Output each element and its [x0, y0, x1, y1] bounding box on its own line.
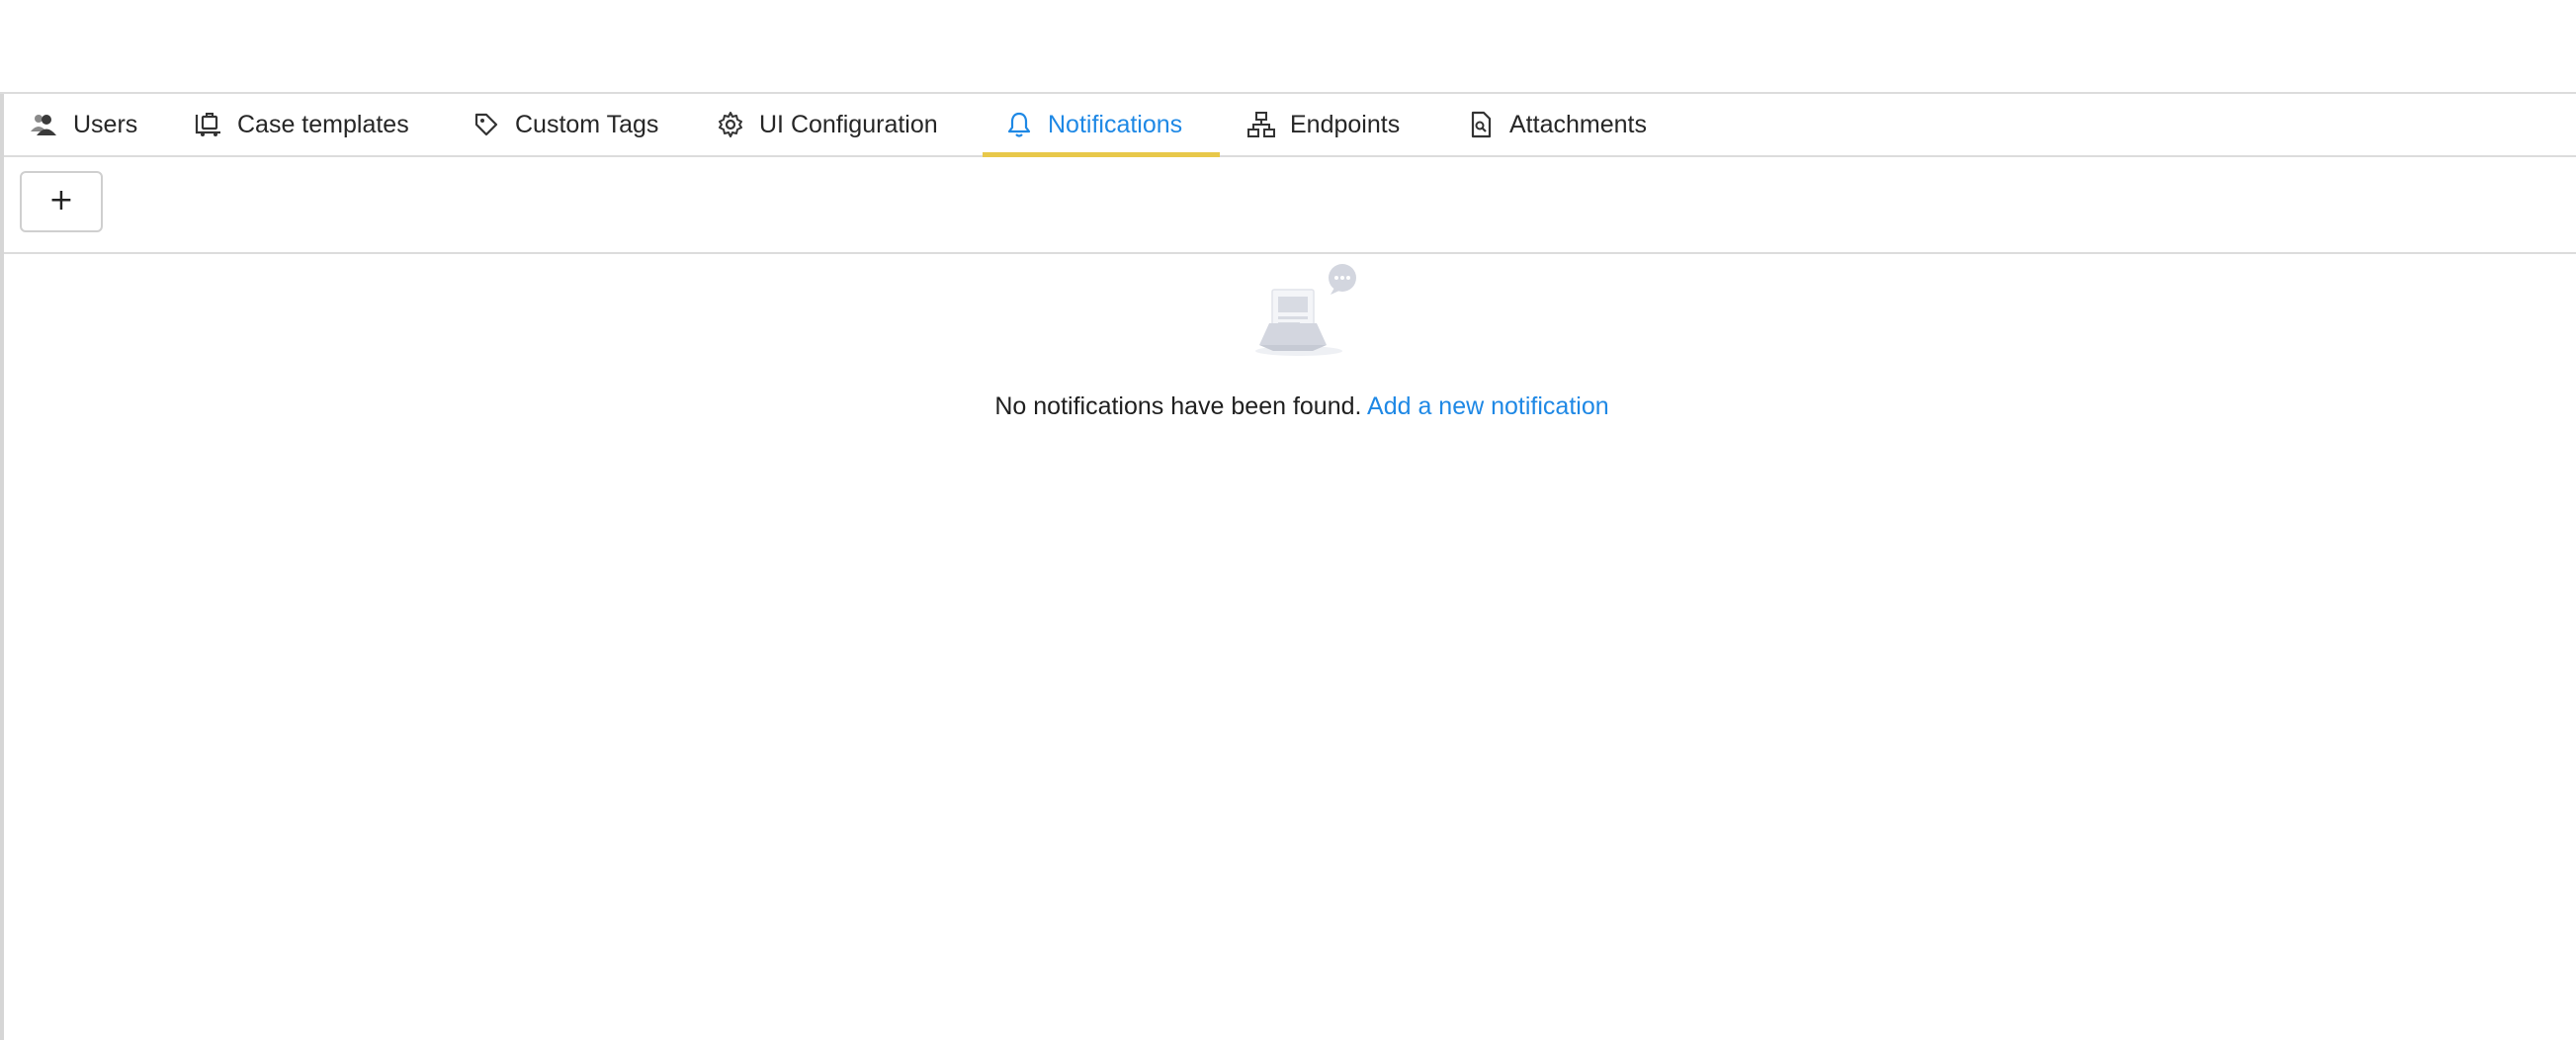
admin-panel: Users Case templates Custom Tags UI Conf… — [0, 94, 2576, 1040]
file-search-icon — [1466, 110, 1496, 139]
tag-icon — [472, 110, 501, 139]
tab-attachments[interactable]: Attachments — [1444, 94, 1669, 155]
tab-endpoints[interactable]: Endpoints — [1225, 94, 1421, 155]
tab-label: Notifications — [1048, 110, 1183, 138]
add-new-notification-link[interactable]: Add a new notification — [1367, 392, 1609, 420]
tab-label: Custom Tags — [515, 110, 659, 138]
empty-inbox-icon — [1251, 262, 1360, 361]
bell-icon — [1004, 110, 1034, 139]
top-header-area — [0, 0, 2576, 94]
tab-notifications[interactable]: Notifications — [983, 94, 1220, 157]
tab-label: UI Configuration — [759, 110, 938, 138]
tab-ui-configuration[interactable]: UI Configuration — [694, 94, 960, 155]
network-icon — [1246, 110, 1276, 139]
tab-custom-tags[interactable]: Custom Tags — [450, 94, 680, 155]
tab-label: Users — [73, 110, 138, 138]
gear-icon — [716, 110, 745, 139]
tab-users[interactable]: Users — [8, 94, 159, 155]
empty-state-message: No notifications have been found. — [994, 392, 1362, 420]
empty-state-text: No notifications have been found. Add a … — [4, 392, 2576, 421]
tab-bar: Users Case templates Custom Tags UI Conf… — [4, 94, 2576, 157]
tab-label: Case templates — [237, 110, 409, 138]
tab-label: Endpoints — [1290, 110, 1401, 138]
toolbar: + — [4, 157, 2576, 254]
tab-case-templates[interactable]: Case templates — [172, 94, 431, 155]
add-notification-button[interactable]: + — [20, 171, 103, 232]
tab-label: Attachments — [1509, 110, 1647, 138]
users-icon — [30, 110, 59, 139]
case-templates-icon — [194, 110, 223, 139]
